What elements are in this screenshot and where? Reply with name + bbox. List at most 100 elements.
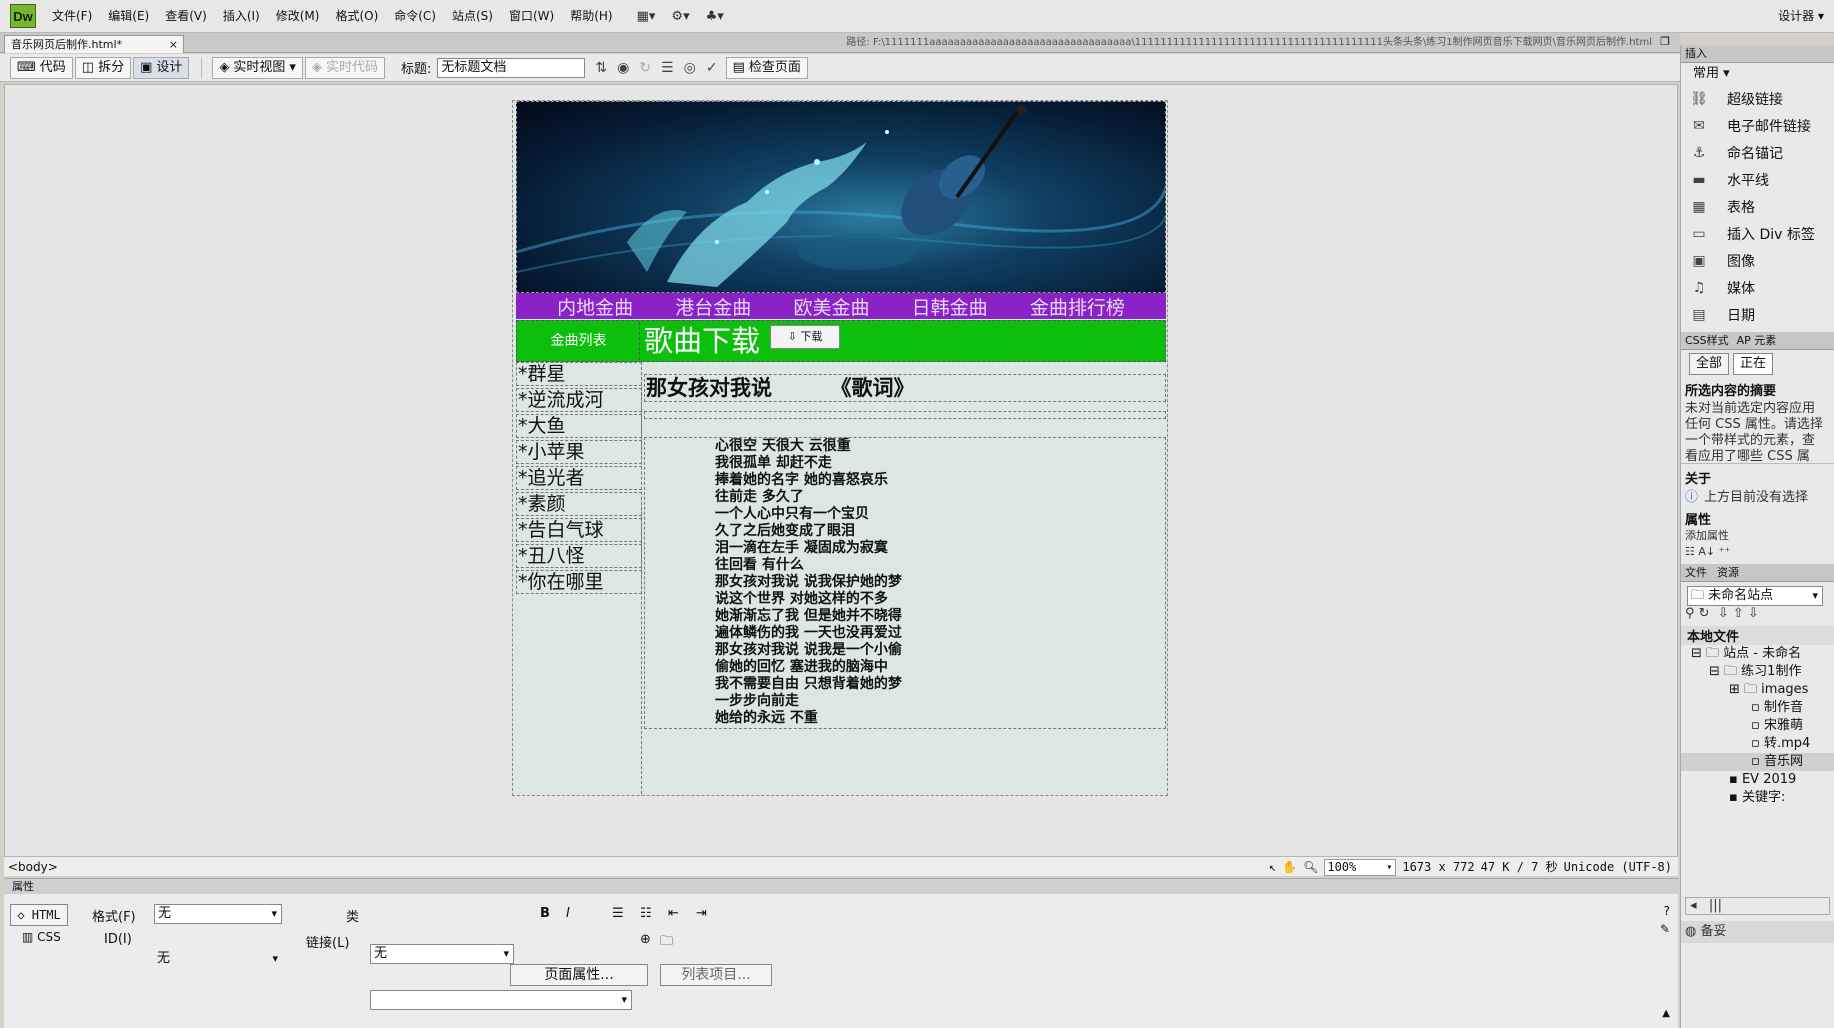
design-view-button[interactable]: ▣ 设计 (133, 56, 190, 79)
link-input[interactable] (370, 990, 632, 1010)
nav-hktw-hits[interactable]: 港台金曲 (675, 293, 751, 320)
split-view-button[interactable]: ◫ 拆分 (74, 56, 132, 79)
horizontal-scrollbar[interactable]: ◂ ||| (1685, 897, 1830, 915)
download-button[interactable]: ⇩ 下载 (770, 325, 840, 349)
tree-item-file[interactable]: ▪ 关键字: (1681, 789, 1834, 807)
insert-email-link[interactable]: ✉ 电子邮件链接 (1681, 112, 1834, 139)
insert-hyperlink[interactable]: ⛓ 超级链接 (1681, 85, 1834, 112)
tree-item-site[interactable]: ⊟ 🗀︎ 站点 - 未命名 (1681, 645, 1834, 663)
add-property-link[interactable]: 添加属性 (1681, 528, 1834, 544)
browser-preview-icon[interactable]: ◉ (617, 60, 629, 76)
view-options-icon[interactable]: ☰ (661, 60, 674, 76)
extend-gear-icon[interactable]: ⚙▾ (663, 0, 697, 33)
page-properties-button[interactable]: 页面属性... (510, 964, 648, 986)
css-styles-tab[interactable]: CSS样式 (1685, 332, 1729, 349)
nav-western-hits[interactable]: 欧美金曲 (793, 293, 869, 320)
files-toolbar[interactable]: ⚲ ↻ ⇩ ⇧ ⇩ (1681, 606, 1834, 626)
menu-view[interactable]: 查看(V) (157, 0, 215, 33)
site-icon[interactable]: ♣▾ (698, 0, 732, 33)
nav-mainland-hits[interactable]: 内地金曲 (557, 293, 633, 320)
song-item[interactable]: *大鱼 (516, 414, 642, 438)
title-input[interactable]: 无标题文档 (437, 57, 586, 78)
song-item[interactable]: *追光者 (516, 466, 642, 490)
bold-icon[interactable]: B (540, 906, 550, 921)
insert-named-anchor[interactable]: ⚓ 命名锚记 (1681, 139, 1834, 166)
class-select[interactable]: 无 (370, 944, 514, 964)
unordered-list-icon[interactable]: ☰ (612, 906, 624, 921)
song-item[interactable]: *丑八怪 (516, 544, 642, 568)
collapse-icon[interactable]: ▲ (1662, 1008, 1670, 1019)
format-select[interactable]: 无 (154, 904, 282, 924)
quick-tag-icon[interactable]: ✎ (1660, 922, 1670, 936)
song-item[interactable]: *逆流成河 (516, 388, 642, 412)
ap-elements-tab[interactable]: AP 元素 (1737, 332, 1777, 349)
file-manage-icon[interactable]: ⇅ (595, 60, 607, 76)
insert-div-tag[interactable]: ▭ 插入 Div 标签 (1681, 220, 1834, 247)
list-item-button[interactable]: 列表项目... (660, 964, 772, 986)
menu-edit[interactable]: 编辑(E) (100, 0, 157, 33)
browse-folder-icon[interactable]: 🗀︎ (660, 932, 673, 954)
ordered-list-icon[interactable]: ☷ (640, 906, 652, 921)
select-tool-icon[interactable]: ↖ (1269, 858, 1276, 876)
tree-item-file-selected[interactable]: ▫ 音乐网 (1681, 753, 1834, 771)
html-mode-button[interactable]: ◇ HTML (10, 904, 68, 926)
song-item[interactable]: *告白气球 (516, 518, 642, 542)
assets-tab[interactable]: 资源 (1717, 564, 1739, 581)
point-to-file-icon[interactable]: ⊕ (640, 932, 651, 947)
menu-format[interactable]: 格式(O) (327, 0, 386, 33)
code-view-button[interactable]: ⌨ 代码 (10, 56, 73, 79)
workspace-switcher[interactable]: 设计器 ▾ (1778, 0, 1824, 33)
restore-icon[interactable]: ❐ (1660, 35, 1670, 48)
props-view-icons[interactable]: ☷ A↓ ⁺⁺ (1681, 544, 1834, 560)
tag-selector[interactable]: <body> (8, 858, 58, 876)
tree-item-file[interactable]: ▫ 转.mp4 (1681, 735, 1834, 753)
live-code-button[interactable]: ◈ 实时代码 (304, 56, 385, 79)
close-icon[interactable]: × (169, 36, 178, 53)
check-page-button[interactable]: ▤ 检查页面 (725, 56, 808, 79)
song-item[interactable]: *小苹果 (516, 440, 642, 464)
tree-item-images[interactable]: ⊞ 🗀︎ images (1681, 681, 1834, 699)
indent-icon[interactable]: ⇥ (696, 906, 707, 921)
tree-item-folder[interactable]: ⊟ 🗀︎ 练习1制作 (1681, 663, 1834, 681)
menu-modify[interactable]: 修改(M) (268, 0, 328, 33)
outdent-icon[interactable]: ⇤ (668, 906, 679, 921)
insert-image[interactable]: ▣ 图像 (1681, 247, 1834, 274)
files-tab[interactable]: 文件 (1685, 564, 1707, 581)
validate-icon[interactable]: ✓ (706, 60, 718, 76)
menu-command[interactable]: 命令(C) (386, 0, 444, 33)
song-item[interactable]: *群星 (516, 362, 642, 386)
insert-date[interactable]: ▤ 日期 (1681, 301, 1834, 328)
menu-file[interactable]: 文件(F) (44, 0, 100, 33)
insert-panel-tab[interactable]: 插入 (1681, 45, 1834, 63)
layout-icon[interactable]: ▦▾ (629, 0, 664, 33)
insert-table[interactable]: ▦ 表格 (1681, 193, 1834, 220)
css-mode-button[interactable]: ▥ CSS (22, 930, 61, 944)
zoom-tool-icon[interactable]: 🔍︎ (1303, 858, 1318, 876)
site-select[interactable]: 🗀︎ 未命名站点 (1687, 586, 1823, 606)
tree-item-file[interactable]: ▪ EV 2019 (1681, 771, 1834, 789)
hand-tool-icon[interactable]: ✋ (1282, 858, 1297, 876)
song-item[interactable]: *你在哪里 (516, 570, 642, 594)
zoom-select[interactable]: 100% (1324, 858, 1397, 876)
italic-icon[interactable]: I (566, 906, 570, 921)
menu-insert[interactable]: 插入(I) (215, 0, 268, 33)
insert-category-select[interactable]: 常用 ▾ (1681, 63, 1834, 85)
tree-item-file[interactable]: ▫ 宋雅萌 (1681, 717, 1834, 735)
nav-jpkr-hits[interactable]: 日韩金曲 (912, 293, 988, 320)
menu-window[interactable]: 窗口(W) (501, 0, 562, 33)
menu-site[interactable]: 站点(S) (444, 0, 501, 33)
help-icon[interactable]: ? (1664, 904, 1670, 918)
window-size[interactable]: 1673 x 772 (1402, 858, 1474, 876)
live-view-button[interactable]: ◈ 实时视图 ▾ (212, 56, 303, 79)
insert-media[interactable]: ♫ 媒体 (1681, 274, 1834, 301)
refresh-icon[interactable]: ↻ (639, 60, 651, 76)
song-item[interactable]: *素颜 (516, 492, 642, 516)
insert-horizontal-rule[interactable]: ▬ 水平线 (1681, 166, 1834, 193)
document-tab[interactable]: 音乐网页后制作.html* × (4, 35, 184, 53)
current-mode-button[interactable]: 正在 (1733, 353, 1773, 375)
id-select[interactable]: 无 (154, 950, 282, 970)
all-mode-button[interactable]: 全部 (1689, 353, 1729, 375)
menu-help[interactable]: 帮助(H) (562, 0, 620, 33)
visual-aids-icon[interactable]: ◎ (684, 60, 696, 76)
tree-item-file[interactable]: ▫ 制作音 (1681, 699, 1834, 717)
